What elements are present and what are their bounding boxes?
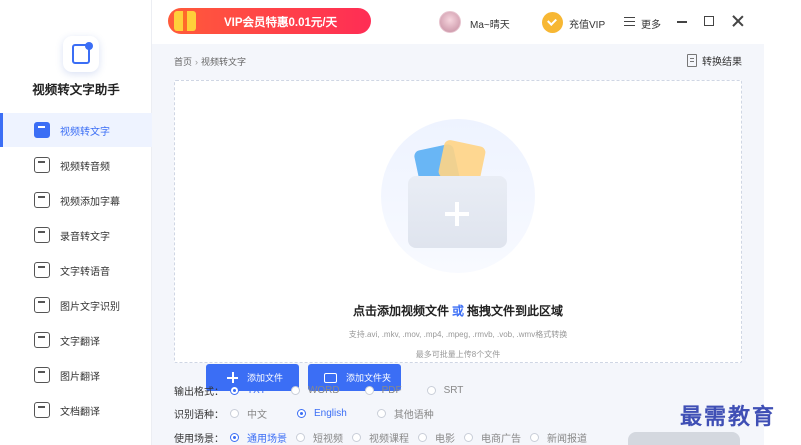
app-logo-icon bbox=[63, 36, 99, 72]
sidebar-item-label: 文档翻译 bbox=[60, 406, 100, 418]
video-subtitle-icon bbox=[34, 192, 50, 208]
start-convert-button[interactable] bbox=[628, 432, 740, 445]
sidebar-item-image-ocr[interactable]: 图片文字识别 bbox=[0, 288, 152, 322]
batch-limit-text: 最多可批量上传8个文件 bbox=[415, 350, 501, 359]
breadcrumb-current: 视频转文字 bbox=[201, 57, 247, 67]
document-icon bbox=[687, 54, 697, 67]
scene-row: 使用场景： 通用场景 短视频 视频课程 电影 电商广告 新闻报道 bbox=[174, 428, 587, 445]
sidebar-item-label: 图片翻译 bbox=[60, 371, 100, 383]
user-name[interactable]: Ma~晴天 bbox=[470, 16, 510, 31]
plus-icon bbox=[445, 202, 469, 226]
sidebar-item-label: 视频转音频 bbox=[60, 161, 110, 173]
sidebar-item-video-subtitle[interactable]: 视频添加字幕 bbox=[0, 183, 152, 217]
vip-badge-icon[interactable] bbox=[542, 12, 563, 33]
title-bar: VIP会员特惠0.01元/天 Ma~晴天 充值VIP 更多 bbox=[152, 0, 801, 44]
menu-icon[interactable] bbox=[624, 17, 635, 26]
file-drop-zone[interactable]: 点击添加视频文件或拖拽文件到此区域 支持.avi, .mkv, .mov, .m… bbox=[174, 80, 742, 391]
right-margin bbox=[764, 44, 801, 445]
language-row: 识别语种： 中文 English 其他语种 bbox=[174, 404, 434, 422]
video-to-audio-icon bbox=[34, 157, 50, 173]
maximize-icon[interactable] bbox=[704, 16, 714, 26]
sidebar-item-label: 录音转文字 bbox=[60, 231, 110, 243]
drop-title-part-a: 点击添加视频文件 bbox=[352, 304, 449, 318]
drop-title-or: 或 bbox=[451, 304, 464, 318]
main-content: 首页 › 视频转文字 转换结果 点击添加视频文件或拖拽文件到此区域 支持.avi, … bbox=[152, 44, 764, 445]
conversion-result-button[interactable]: 转换结果 bbox=[687, 53, 742, 68]
scene-option-course[interactable]: 视频课程 bbox=[352, 430, 409, 445]
video-to-text-icon bbox=[34, 122, 50, 138]
drop-title-part-b: 拖拽文件到此区域 bbox=[467, 304, 564, 318]
format-option-txt[interactable]: TXT bbox=[230, 385, 266, 396]
gift-icon bbox=[174, 11, 196, 31]
recharge-vip-button[interactable]: 充值VIP bbox=[569, 16, 605, 31]
supported-formats-text: 支持.avi, .mkv, .mov, .mp4, .mpeg, .rmvb, … bbox=[348, 330, 568, 339]
promo-text: VIP会员特惠0.01元/天 bbox=[224, 17, 338, 29]
audio-to-text-icon bbox=[34, 227, 50, 243]
conversion-result-label: 转换结果 bbox=[702, 57, 742, 68]
sidebar-item-video-to-audio[interactable]: 视频转音频 bbox=[0, 148, 152, 182]
breadcrumb-separator: › bbox=[195, 57, 199, 67]
sidebar-item-label: 文字翻译 bbox=[60, 336, 100, 348]
sidebar-item-audio-to-text[interactable]: 录音转文字 bbox=[0, 218, 152, 252]
output-format-row: 输出格式： TXT WORD PDF SRT bbox=[174, 381, 463, 399]
breadcrumb: 首页 › 视频转文字 bbox=[174, 55, 246, 68]
sidebar-item-image-translate[interactable]: 图片翻译 bbox=[0, 358, 152, 392]
drop-zone-title: 点击添加视频文件或拖拽文件到此区域 bbox=[175, 302, 741, 319]
sidebar-item-video-to-text[interactable]: 视频转文字 bbox=[0, 113, 152, 147]
sidebar: 视频转文字助手 视频转文字 视频转音频 视频添加字幕 录音转文字 文字转语音 图… bbox=[0, 0, 152, 445]
watermark: 最需教育 bbox=[680, 404, 777, 430]
sidebar-item-text-translate[interactable]: 文字翻译 bbox=[0, 323, 152, 357]
avatar[interactable] bbox=[439, 11, 461, 33]
format-option-word[interactable]: WORD bbox=[290, 385, 340, 396]
sidebar-item-label: 视频转文字 bbox=[60, 126, 110, 138]
text-translate-icon bbox=[34, 332, 50, 348]
language-label: 识别语种： bbox=[174, 409, 224, 421]
language-option-other[interactable]: 其他语种 bbox=[376, 406, 434, 421]
scene-option-short-video[interactable]: 短视频 bbox=[296, 430, 343, 445]
scene-option-movie[interactable]: 电影 bbox=[418, 430, 455, 445]
sidebar-item-label: 视频添加字幕 bbox=[60, 196, 120, 208]
scene-option-news[interactable]: 新闻报道 bbox=[530, 430, 587, 445]
sidebar-item-label: 图片文字识别 bbox=[60, 301, 120, 313]
more-button[interactable]: 更多 bbox=[641, 16, 661, 31]
text-to-speech-icon bbox=[34, 262, 50, 278]
sidebar-item-label: 文字转语音 bbox=[60, 266, 110, 278]
sidebar-item-text-to-speech[interactable]: 文字转语音 bbox=[0, 253, 152, 287]
image-translate-icon bbox=[34, 367, 50, 383]
image-ocr-icon bbox=[34, 297, 50, 313]
minimize-icon[interactable] bbox=[677, 21, 687, 23]
scene-label: 使用场景： bbox=[174, 433, 224, 445]
sidebar-item-doc-translate[interactable]: 文档翻译 bbox=[0, 393, 152, 427]
scene-option-general[interactable]: 通用场景 bbox=[230, 430, 287, 445]
output-format-label: 输出格式： bbox=[174, 386, 224, 398]
doc-translate-icon bbox=[34, 402, 50, 418]
format-option-pdf[interactable]: PDF bbox=[364, 385, 402, 396]
scene-option-ecommerce-ad[interactable]: 电商广告 bbox=[464, 430, 521, 445]
breadcrumb-home[interactable]: 首页 bbox=[174, 57, 192, 67]
format-option-srt[interactable]: SRT bbox=[426, 385, 463, 396]
close-icon[interactable] bbox=[731, 14, 745, 28]
language-option-chinese[interactable]: 中文 bbox=[230, 406, 267, 421]
vip-promo-banner[interactable]: VIP会员特惠0.01元/天 bbox=[168, 8, 371, 34]
language-option-english[interactable]: English bbox=[297, 408, 347, 419]
app-name: 视频转文字助手 bbox=[32, 83, 120, 97]
